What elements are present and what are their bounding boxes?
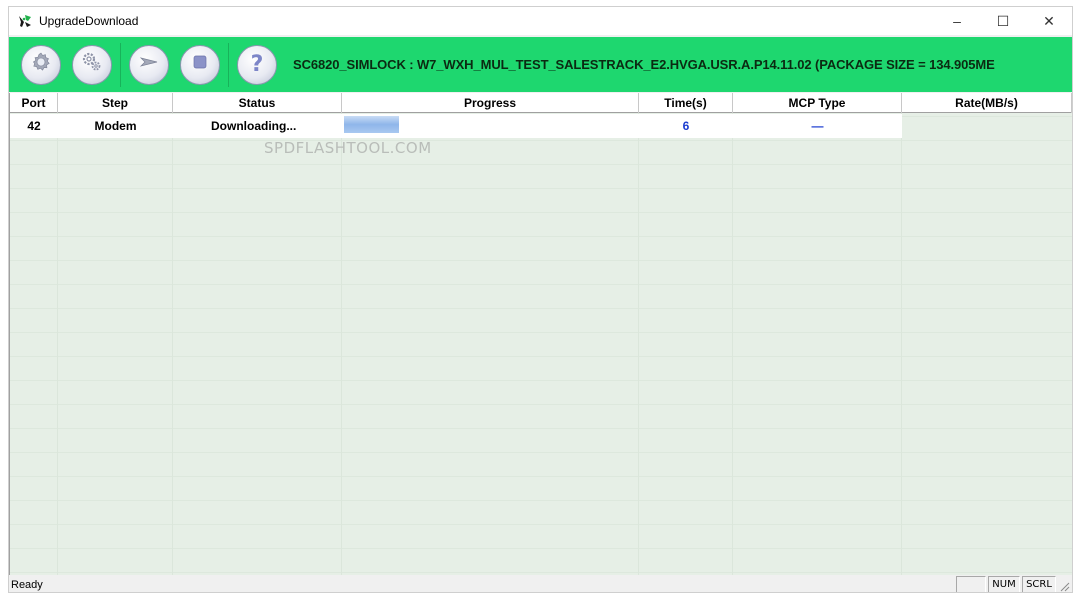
cell-status: Downloading... xyxy=(211,119,297,133)
table-header: Port Step Status Progress Time(s) MCP Ty… xyxy=(10,93,1072,113)
progress-bar xyxy=(344,116,636,133)
toolbar: ? SC6820_SIMLOCK : W7_WXH_MUL_TEST_SALES… xyxy=(9,37,1072,92)
column-header-rate[interactable]: Rate(MB/s) xyxy=(902,93,1072,113)
help-icon: ? xyxy=(250,52,264,77)
cell-port: 42 xyxy=(27,119,41,133)
window-controls: – ☐ ✕ xyxy=(934,7,1072,35)
stop-download-button[interactable] xyxy=(180,44,220,85)
status-indicators: NUM SCRL xyxy=(954,576,1056,592)
column-header-port[interactable]: Port xyxy=(10,93,58,113)
column-header-progress[interactable]: Progress xyxy=(342,93,639,113)
status-text: Ready xyxy=(11,578,43,591)
column-header-step[interactable]: Step xyxy=(58,93,173,113)
maximize-button[interactable]: ☐ xyxy=(980,7,1026,35)
watermark-text: SPDFLASHTOOL.COM xyxy=(264,139,432,157)
gear-icon xyxy=(29,50,53,79)
download-status-table[interactable]: Port Step Status Progress Time(s) MCP Ty… xyxy=(9,93,1072,575)
upgrade-download-window: UpgradeDownload – ☐ ✕ ? SC6820_SIMLOCK:… xyxy=(8,6,1073,593)
status-bar: Ready NUM SCRL xyxy=(9,575,1072,592)
load-packet-button[interactable] xyxy=(21,44,61,85)
resize-grip-icon[interactable] xyxy=(1058,580,1070,592)
table-row[interactable]: 42 Modem Downloading... 6 — xyxy=(10,114,902,138)
help-button[interactable]: ? xyxy=(237,44,277,85)
indicator-caps xyxy=(956,576,986,592)
indicator-num: NUM xyxy=(988,576,1020,592)
column-guides xyxy=(10,93,1072,575)
app-logo-icon xyxy=(17,13,33,29)
cell-step: Modem xyxy=(94,119,137,133)
column-header-time[interactable]: Time(s) xyxy=(639,93,733,113)
cell-time: 6 xyxy=(682,119,690,133)
play-icon xyxy=(137,50,161,79)
toolbar-separator xyxy=(120,42,121,87)
toolbar-separator xyxy=(228,42,229,87)
indicator-scrl: SCRL xyxy=(1022,576,1056,592)
gears-icon xyxy=(80,50,104,79)
cell-mcp-type: — xyxy=(811,119,824,133)
progress-bar-fill xyxy=(344,116,400,133)
window-title: UpgradeDownload xyxy=(39,14,139,28)
settings-button[interactable] xyxy=(72,44,112,85)
minimize-button[interactable]: – xyxy=(934,7,980,35)
column-header-status[interactable]: Status xyxy=(173,93,342,113)
start-download-button[interactable] xyxy=(129,44,169,85)
close-button[interactable]: ✕ xyxy=(1026,7,1072,35)
column-header-mcp-type[interactable]: MCP Type xyxy=(733,93,902,113)
stop-icon xyxy=(188,50,212,79)
cell-progress xyxy=(342,114,639,138)
package-info-label: SC6820_SIMLOCK : W7_WXH_MUL_TEST_SALESTR… xyxy=(293,57,995,72)
title-bar: UpgradeDownload – ☐ ✕ xyxy=(9,7,1072,35)
